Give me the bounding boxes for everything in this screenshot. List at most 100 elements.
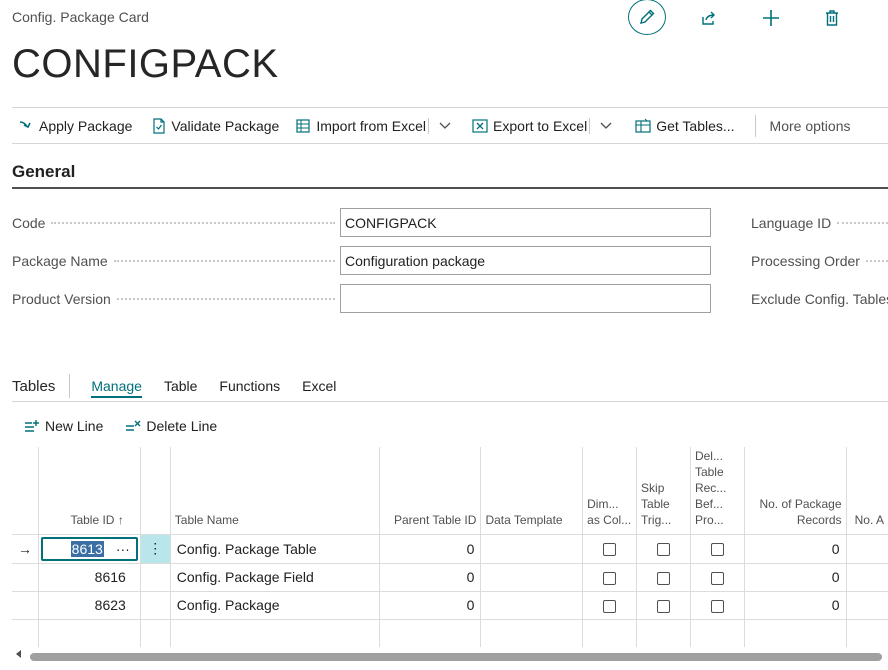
new-line-icon [25,420,39,432]
plus-icon [763,10,779,26]
table-row-empty[interactable] [12,618,888,647]
import-excel-dropdown[interactable] [435,108,460,144]
no-of-records-link[interactable]: 0 [743,562,847,592]
tab-functions[interactable]: Functions [219,378,280,394]
get-tables-button[interactable]: Get Tables... [629,108,740,144]
no-of-records-link[interactable]: 0 [743,590,847,620]
tab-excel[interactable]: Excel [302,378,336,394]
row-actions-button[interactable]: ⋮ [139,533,171,564]
page-title: CONFIGPACK [12,42,279,86]
header-data-template[interactable]: Data Template [480,447,584,535]
share-button[interactable] [690,0,728,36]
data-template-cell[interactable] [480,562,584,592]
row-current-arrow: → [12,533,39,564]
exclude-config-tables-label: Exclude Config. Tables [751,291,888,307]
tables-actions: New Line Delete Line [20,415,235,437]
export-excel-dropdown[interactable] [596,108,621,144]
validate-package-button[interactable]: Validate Package [146,108,285,144]
header-delete-table-records[interactable]: Del... Table Rec... Bef... Pro... [689,447,745,535]
delete-line-icon [126,420,141,431]
dim-as-columns-checkbox[interactable] [603,543,617,557]
no-of-records-link[interactable]: 0 [743,533,847,564]
table-id-input[interactable]: 8613 ··· [41,536,138,561]
import-excel-button[interactable]: Import from Excel [289,108,426,144]
skip-table-triggers-checkbox[interactable] [656,571,670,585]
data-template-cell[interactable] [480,533,584,564]
code-label: Code [12,215,335,231]
chevron-down-icon [600,122,612,129]
code-field[interactable] [340,208,711,237]
dim-as-columns-checkbox[interactable] [603,599,617,613]
table-id-cell[interactable]: 8613 ··· [38,533,141,564]
sort-ascending-icon: ↑ [117,512,124,527]
product-version-field[interactable] [340,284,711,313]
excel-export-icon [472,118,488,133]
delete-table-records-checkbox[interactable] [710,543,724,557]
action-bar: Apply Package Validate Package Import fr… [12,107,888,144]
delete-button[interactable] [813,0,851,36]
tab-manage[interactable]: Manage [91,378,142,398]
product-version-label: Product Version [12,291,335,307]
pencil-icon [640,9,655,24]
toolbar-separator [754,114,756,137]
skip-table-triggers-checkbox[interactable] [656,599,670,613]
arrow-right-icon [19,120,31,128]
tab-table[interactable]: Table [164,378,197,394]
table-name-cell[interactable]: Config. Package Field [169,562,380,592]
package-name-field[interactable] [340,246,711,275]
skip-table-triggers-checkbox[interactable] [656,543,670,557]
kebab-icon: ⋮ [148,540,163,556]
table-row[interactable]: 8623 Config. Package 0 0 [12,590,888,620]
grid-header-row: Table ID ↑ Table Name Parent Table ID Da… [12,447,888,535]
tables-part-title: Tables [12,377,56,395]
lookup-ellipsis-icon[interactable]: ··· [116,541,130,557]
share-icon [702,11,715,25]
header-parent-table-id[interactable]: Parent Table ID [378,447,482,535]
table-icon [635,118,651,133]
split-separator [589,117,591,134]
parent-table-id-cell[interactable]: 0 [378,590,482,620]
dim-as-columns-checkbox[interactable] [603,571,617,585]
header-dim-as-columns[interactable]: Dim... as Col... [582,447,638,535]
tables-grid: Table ID ↑ Table Name Parent Table ID Da… [12,447,888,647]
general-section-title: General [12,162,76,181]
header-no-of-package-records[interactable]: No. of Package Records [743,447,847,535]
parent-table-id-cell[interactable]: 0 [378,533,482,564]
excel-import-icon [296,118,310,133]
split-separator [428,117,430,134]
section-divider [12,187,888,189]
tabs-divider [12,401,888,402]
header-no-next[interactable]: No. A [845,447,888,535]
export-excel-button[interactable]: Export to Excel [466,108,587,144]
triangle-left-icon [16,650,21,658]
apply-package-button[interactable]: Apply Package [12,108,138,144]
table-name-cell[interactable]: Config. Package Table [169,533,380,564]
document-check-icon [153,117,166,134]
table-id-cell[interactable]: 8623 [38,590,141,620]
trash-icon [826,10,838,26]
new-line-button[interactable]: New Line [20,415,107,437]
table-id-cell[interactable]: 8616 [38,562,141,592]
table-name-cell[interactable]: Config. Package [169,590,380,620]
chevron-down-icon [439,122,451,129]
header-skip-table-triggers[interactable]: Skip Table Trig... [636,447,691,535]
parent-table-id-cell[interactable]: 0 [378,562,482,592]
package-name-label: Package Name [12,253,335,269]
table-row[interactable]: 8616 Config. Package Field 0 0 [12,562,888,592]
delete-table-records-checkbox[interactable] [710,571,724,585]
table-row[interactable]: → 8613 ··· ⋮ Config. Package Table 0 0 [12,533,888,564]
header-table-name[interactable]: Table Name [169,447,380,535]
new-button[interactable] [752,0,790,36]
header-table-id[interactable]: Table ID ↑ [38,447,141,535]
scrollbar-thumb[interactable] [30,653,882,661]
language-id-label: Language ID [751,215,888,231]
delete-line-button[interactable]: Delete Line [121,415,221,437]
more-options-button[interactable]: More options [770,108,857,144]
edit-button[interactable] [628,0,666,35]
tables-tab-row: Tables Manage Table Functions Excel [12,374,358,398]
breadcrumb: Config. Package Card [12,9,149,25]
processing-order-label: Processing Order [751,253,888,269]
scroll-left-arrow[interactable] [16,650,22,661]
data-template-cell[interactable] [480,590,584,620]
delete-table-records-checkbox[interactable] [710,599,724,613]
